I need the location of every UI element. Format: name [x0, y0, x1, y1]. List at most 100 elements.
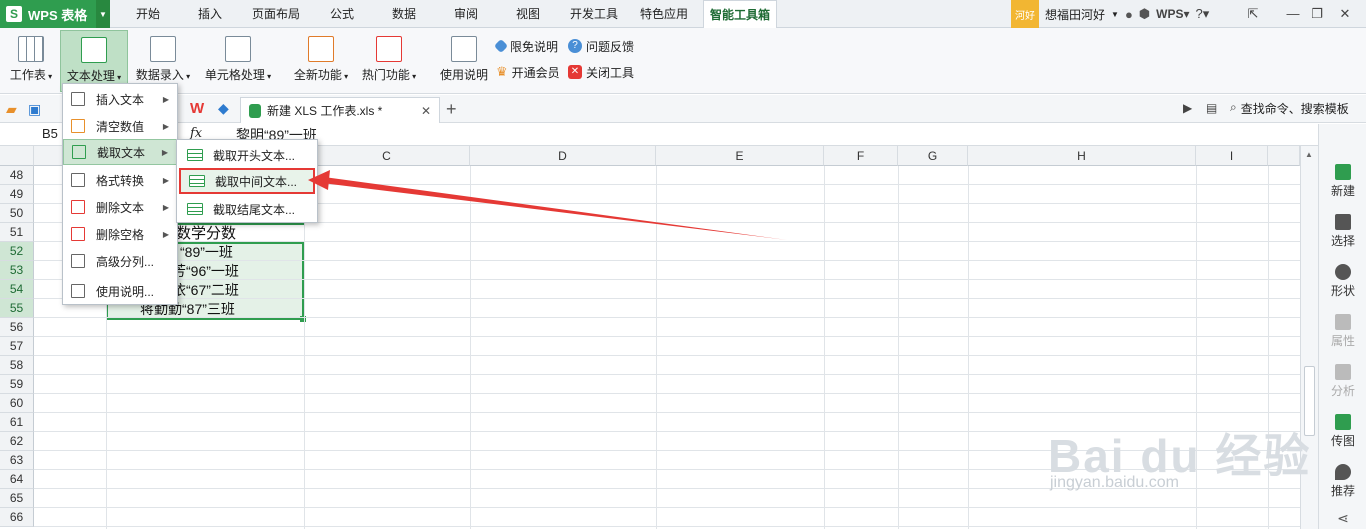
row-header[interactable]: 51 [0, 223, 34, 242]
tab-view[interactable]: 视图 [502, 0, 554, 28]
row-header[interactable]: 65 [0, 489, 34, 508]
tab-developer[interactable]: 开发工具 [562, 0, 626, 28]
submenu-extract-beginning[interactable]: 截取开头文本... [179, 142, 315, 168]
settings-icon[interactable]: ⬢ [1139, 6, 1150, 22]
row-header[interactable]: 59 [0, 375, 34, 394]
avatar[interactable]: 河好 [1011, 0, 1039, 28]
wps-cloud-icon[interactable]: WPS▾ [1156, 7, 1189, 21]
row-header[interactable]: 55 [0, 299, 34, 318]
scroll-up-icon[interactable]: ▲ [1305, 150, 1313, 159]
tab-home[interactable]: 开始 [120, 0, 176, 28]
play-icon[interactable]: ▶ [1183, 101, 1192, 115]
row-header[interactable]: 63 [0, 451, 34, 470]
column-header[interactable]: I [1196, 146, 1268, 166]
column-header[interactable]: E [656, 146, 824, 166]
menu-delete-spaces[interactable]: 删除空格 ▶ [63, 221, 177, 247]
share-icon[interactable]: ⋖ [1319, 510, 1366, 527]
pane-properties[interactable]: 属性 [1319, 314, 1366, 349]
question-icon: ? [568, 39, 582, 53]
row-header[interactable]: 52 [0, 242, 34, 261]
user-area[interactable]: 河好 想福田河好 ▼ ● ⬢ WPS▾ ?▾ [1011, 0, 1209, 28]
tab-features[interactable]: 特色应用 [632, 0, 696, 28]
hot-features-button[interactable]: 热门功能 ▾ [358, 30, 420, 92]
pane-select[interactable]: 选择 [1319, 214, 1366, 249]
save-icon[interactable]: ▣ [28, 101, 41, 118]
minimize-button[interactable]: — [1282, 4, 1304, 24]
menu-usage-guide[interactable]: 使用说明... [63, 278, 177, 304]
menu-delete-text[interactable]: 删除文本 ▶ [63, 194, 177, 220]
worksheet-button[interactable]: 工作表 ▾ [4, 30, 58, 92]
row-header[interactable]: 58 [0, 356, 34, 375]
search-command[interactable]: ⌕ 查找命令、搜索模板 [1230, 100, 1349, 117]
tab-smart-toolbox[interactable]: 智能工具箱 [703, 0, 777, 28]
column-header[interactable]: D [470, 146, 656, 166]
row-header[interactable]: 61 [0, 413, 34, 432]
row-header[interactable]: 48 [0, 166, 34, 185]
pane-new[interactable]: 新建 [1319, 164, 1366, 199]
skin-icon[interactable]: ● [1125, 7, 1133, 22]
row-header[interactable]: 49 [0, 185, 34, 204]
open-membership-link[interactable]: ♛ 开通会员 [496, 62, 560, 82]
close-icon: ✕ [568, 65, 582, 79]
row-header[interactable]: 64 [0, 470, 34, 489]
user-name[interactable]: 想福田河好 [1045, 6, 1105, 23]
select-all-corner[interactable] [0, 146, 34, 166]
right-task-pane: 新建 选择 形状 属性 分析 传图 推荐 ⋖ [1318, 124, 1366, 529]
tab-formula[interactable]: 公式 [316, 0, 368, 28]
pane-upload-image[interactable]: 传图 [1319, 414, 1366, 449]
close-button[interactable]: ✕ [1334, 4, 1356, 24]
app-menu-button[interactable]: S WPS 表格 ▼ [0, 0, 110, 28]
tab-page-layout[interactable]: 页面布局 [242, 0, 310, 28]
row-header[interactable]: 53 [0, 261, 34, 280]
chevron-down-icon[interactable]: ▼ [1111, 10, 1119, 19]
row-header[interactable]: 66 [0, 508, 34, 527]
menu-extract-text[interactable]: 截取文本 ▶ [63, 139, 177, 165]
layout-icon[interactable]: ▤ [1206, 101, 1217, 115]
name-box[interactable]: B5 [42, 126, 58, 141]
cursor-icon [1335, 214, 1351, 230]
menu-advanced-split[interactable]: 高级分列... [63, 248, 177, 274]
close-tab-icon[interactable]: ✕ [421, 104, 431, 118]
new-tab-icon[interactable]: + [446, 99, 457, 120]
chevron-down-icon[interactable]: ▼ [96, 0, 110, 28]
restore-ribbon-icon[interactable]: ⇱ [1242, 4, 1264, 24]
tab-data[interactable]: 数据 [378, 0, 430, 28]
submenu-extract-end[interactable]: 截取结尾文本... [179, 196, 315, 222]
usage-guide-button[interactable]: 使用说明 [436, 30, 492, 92]
row-header[interactable]: 60 [0, 394, 34, 413]
row-header[interactable]: 50 [0, 204, 34, 223]
column-header[interactable]: H [968, 146, 1196, 166]
row-header[interactable]: 56 [0, 318, 34, 337]
menu-format-convert[interactable]: 格式转换 ▶ [63, 167, 177, 193]
clear-values-icon [71, 119, 85, 133]
pane-shape[interactable]: 形状 [1319, 264, 1366, 299]
pane-analysis[interactable]: 分析 [1319, 364, 1366, 399]
wps-office-icon[interactable]: W [190, 100, 204, 117]
cube-icon[interactable]: ◆ [218, 100, 229, 117]
row-header[interactable]: 57 [0, 337, 34, 356]
column-header[interactable]: G [898, 146, 968, 166]
tab-review[interactable]: 审阅 [440, 0, 492, 28]
column-header[interactable]: C [304, 146, 470, 166]
search-icon: ⌕ [1230, 100, 1237, 114]
document-tab[interactable]: 新建 XLS 工作表.xls * ✕ [240, 97, 440, 123]
row-header[interactable]: 62 [0, 432, 34, 451]
close-tools-link[interactable]: ✕ 关闭工具 [568, 62, 634, 82]
new-features-button[interactable]: 全新功能 ▾ [290, 30, 352, 92]
menu-insert-text[interactable]: 插入文本 ▶ [63, 86, 177, 112]
tab-insert[interactable]: 插入 [182, 0, 238, 28]
chevron-right-icon: ▶ [161, 147, 168, 157]
free-note-link[interactable]: 限免说明 [493, 36, 558, 56]
cell-process-button[interactable]: 单元格处理 ▾ [200, 30, 276, 92]
maximize-button[interactable]: ❐ [1306, 4, 1328, 24]
menu-clear-values[interactable]: 清空数值 ▶ [63, 113, 177, 139]
grid-column-line [898, 166, 899, 529]
pane-recommend[interactable]: 推荐 [1319, 464, 1366, 499]
row-header[interactable]: 54 [0, 280, 34, 299]
feedback-link[interactable]: ? 问题反馈 [568, 36, 634, 56]
open-folder-icon[interactable]: ▰ [6, 101, 17, 118]
submenu-extract-middle[interactable]: 截取中间文本... [179, 168, 315, 194]
column-header-blank[interactable] [1268, 146, 1300, 166]
column-header[interactable]: F [824, 146, 898, 166]
help-icon[interactable]: ?▾ [1196, 6, 1210, 22]
